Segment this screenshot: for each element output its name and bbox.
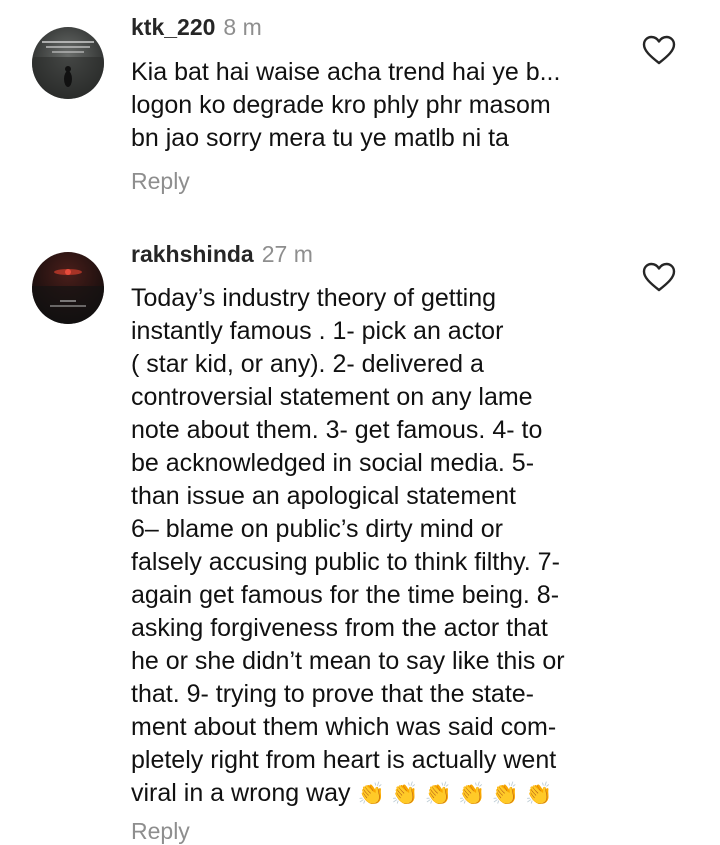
comment-text: Today’s industry theory of getting insta… [131, 282, 631, 810]
username[interactable]: rakhshinda [131, 241, 254, 267]
avatar[interactable] [32, 27, 104, 99]
username[interactable]: ktk_220 [131, 14, 215, 40]
timestamp: 8 m [223, 14, 262, 40]
clapping-hands-emoji: 👏 👏 👏 👏 👏 👏 [357, 781, 553, 806]
reply-button[interactable]: Reply [131, 818, 190, 845]
avatar[interactable] [32, 252, 104, 324]
like-button[interactable] [642, 35, 676, 65]
timestamp: 27 m [261, 241, 313, 267]
heart-outline-icon [642, 35, 676, 65]
comment-text: Kia bat hai waise acha trend hai ye b...… [131, 58, 561, 152]
comment-body: Today’s industry theory of getting insta… [131, 284, 565, 807]
reply-button[interactable]: Reply [131, 168, 190, 195]
comment-header: ktk_220 8 m [131, 13, 262, 41]
like-button[interactable] [642, 262, 676, 292]
comment-header: rakhshinda 27 m [131, 240, 313, 268]
heart-outline-icon [642, 262, 676, 292]
